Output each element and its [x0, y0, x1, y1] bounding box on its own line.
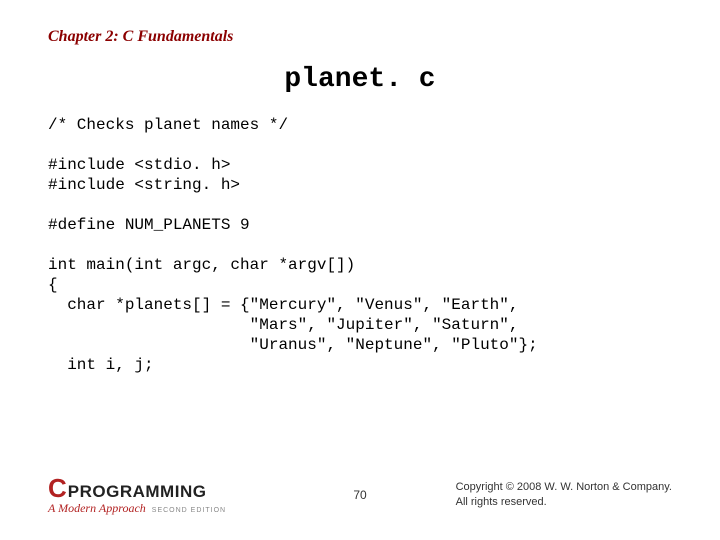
chapter-heading: Chapter 2: C Fundamentals [48, 28, 672, 46]
page-number: 70 [353, 488, 366, 502]
logo-top-row: C PROGRAMMING [48, 475, 226, 501]
footer: C PROGRAMMING A Modern Approach SECOND E… [48, 475, 672, 514]
copyright-line-1: Copyright © 2008 W. W. Norton & Company. [456, 480, 672, 494]
logo-subtitle: A Modern Approach [48, 502, 146, 514]
copyright-line-2: All rights reserved. [456, 495, 672, 509]
logo-letter-c: C [48, 475, 66, 501]
logo-edition: SECOND EDITION [152, 507, 226, 514]
logo-word-programming: PROGRAMMING [68, 483, 207, 500]
slide-title: planet. c [48, 64, 672, 95]
logo-subtitle-row: A Modern Approach SECOND EDITION [48, 502, 226, 514]
book-logo: C PROGRAMMING A Modern Approach SECOND E… [48, 475, 226, 514]
code-block: /* Checks planet names */ #include <stdi… [48, 115, 672, 375]
copyright-block: Copyright © 2008 W. W. Norton & Company.… [456, 480, 672, 509]
